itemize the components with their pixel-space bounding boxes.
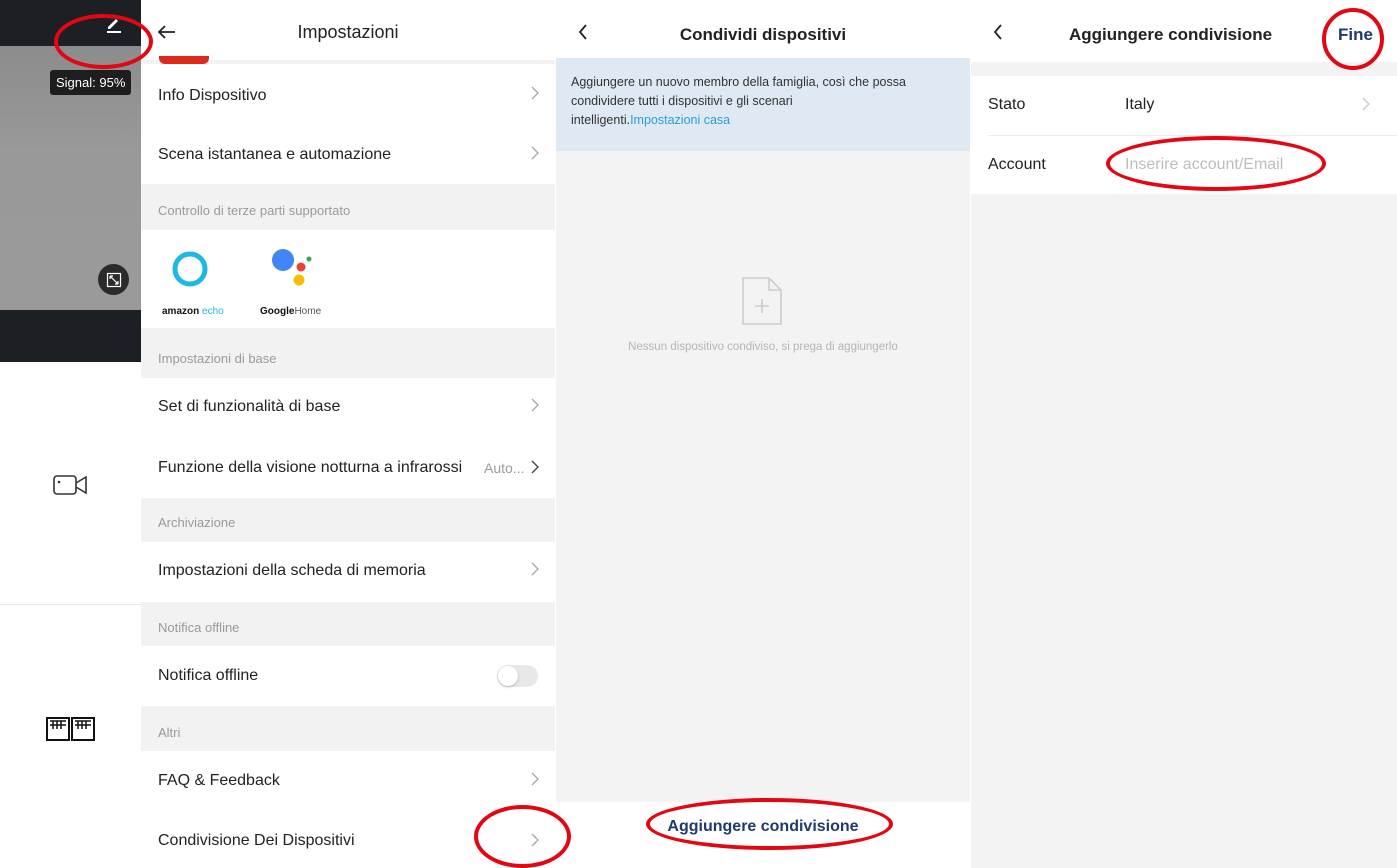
chevron-right-icon [531,562,539,576]
stato-value: Italy [1125,96,1155,113]
page-title: Condividi dispositivi [679,25,847,44]
settings-header: Impostazioni [141,0,555,64]
row-base-set[interactable]: Set di funzionalità di base [141,378,555,438]
share-devices-panel: Condividi dispositivi Aggiungere un nuov… [556,0,970,868]
row-label: Impostazioni della scheda di memoria [158,562,426,579]
alexa-ring-icon[interactable] [171,250,209,288]
amazon-word: amazon [162,306,200,317]
row-label: Scena istantanea e automazione [158,146,392,163]
google-assistant-icon[interactable] [269,246,315,290]
empty-document-icon [741,276,783,326]
account-label: Account [988,156,1046,173]
country-row[interactable]: Stato Italy [971,76,1397,135]
row-info-dispositivo[interactable]: Info Dispositivo [141,64,555,124]
row-label: Condivisione Dei Dispositivi [158,832,355,849]
night-vision-value: Auto... [484,460,525,476]
section-third-party: Controllo di terze parti supportato [158,203,351,218]
highlight-ellipse [1106,136,1326,191]
share-header: Condividi dispositivi [556,0,970,58]
chevron-right-icon [531,86,539,100]
page-title: Impostazioni [297,22,399,42]
row-memory-card[interactable]: Impostazioni della scheda di memoria [141,542,555,602]
highlight-ellipse [474,805,571,868]
page-title: Aggiungere condivisione [1069,25,1273,44]
chevron-right-icon [531,146,539,160]
signal-badge: Signal: 95% [50,70,132,95]
amazon-echo-label: amazon echo [162,306,224,317]
offline-toggle[interactable] [497,665,538,687]
camera-panel: Signal: 95% [0,0,141,868]
row-label: Funzione della visione notturna a infrar… [158,459,463,476]
settings-panel: Impostazioni Info Dispositivo Scena ista… [141,0,555,868]
add-share-panel: Aggiungere condivisione Fine Stato Italy… [971,0,1397,868]
section-others: Altri [158,725,181,740]
divider [0,604,141,605]
section-storage: Archiviazione [158,515,236,530]
info-banner: Aggiungere un nuovo membro della famigli… [556,58,970,151]
empty-message: Nessun dispositivo condiviso, si prega d… [628,341,898,353]
row-label: Info Dispositivo [158,87,267,104]
google-word: Google [260,306,295,317]
bottom-strip [556,850,970,868]
row-label: FAQ & Feedback [158,772,280,789]
row-offline: Notifica offline [141,646,555,706]
row-night-vision[interactable]: Funzione della visione notturna a infrar… [141,438,555,498]
chevron-right-icon [531,460,539,474]
chevron-right-icon [531,398,539,412]
red-tab [159,56,209,64]
video-camera-icon[interactable] [53,473,89,497]
home-settings-link[interactable]: Impostazioni casa [630,113,730,127]
toggle-knob [498,666,518,686]
expand-icon[interactable] [98,264,129,295]
third-party-card: amazon echo GoogleHome [141,230,555,328]
echo-word: echo [202,306,224,317]
highlight-ellipse [1322,8,1384,70]
home-word: Home [294,306,322,317]
chevron-right-icon [1362,97,1370,111]
highlight-ellipse [54,14,153,69]
highlight-ellipse [646,798,893,850]
video-bottom-bar [0,310,141,362]
section-offline: Notifica offline [158,620,240,635]
chevron-right-icon [531,772,539,786]
info-text-block: Aggiungere un nuovo membro della famigli… [571,73,921,130]
back-chevron-icon[interactable] [993,24,1003,40]
stato-label: Stato [988,96,1026,113]
row-label: Notifica offline [158,667,259,684]
row-scena[interactable]: Scena istantanea e automazione [141,124,555,184]
google-home-label: GoogleHome [260,306,321,317]
row-label: Set di funzionalità di base [158,398,341,415]
section-base: Impostazioni di base [158,351,277,366]
gallery-icon[interactable] [45,715,97,745]
row-faq[interactable]: FAQ & Feedback [141,751,555,811]
info-text: Aggiungere un nuovo membro della famigli… [571,75,906,127]
